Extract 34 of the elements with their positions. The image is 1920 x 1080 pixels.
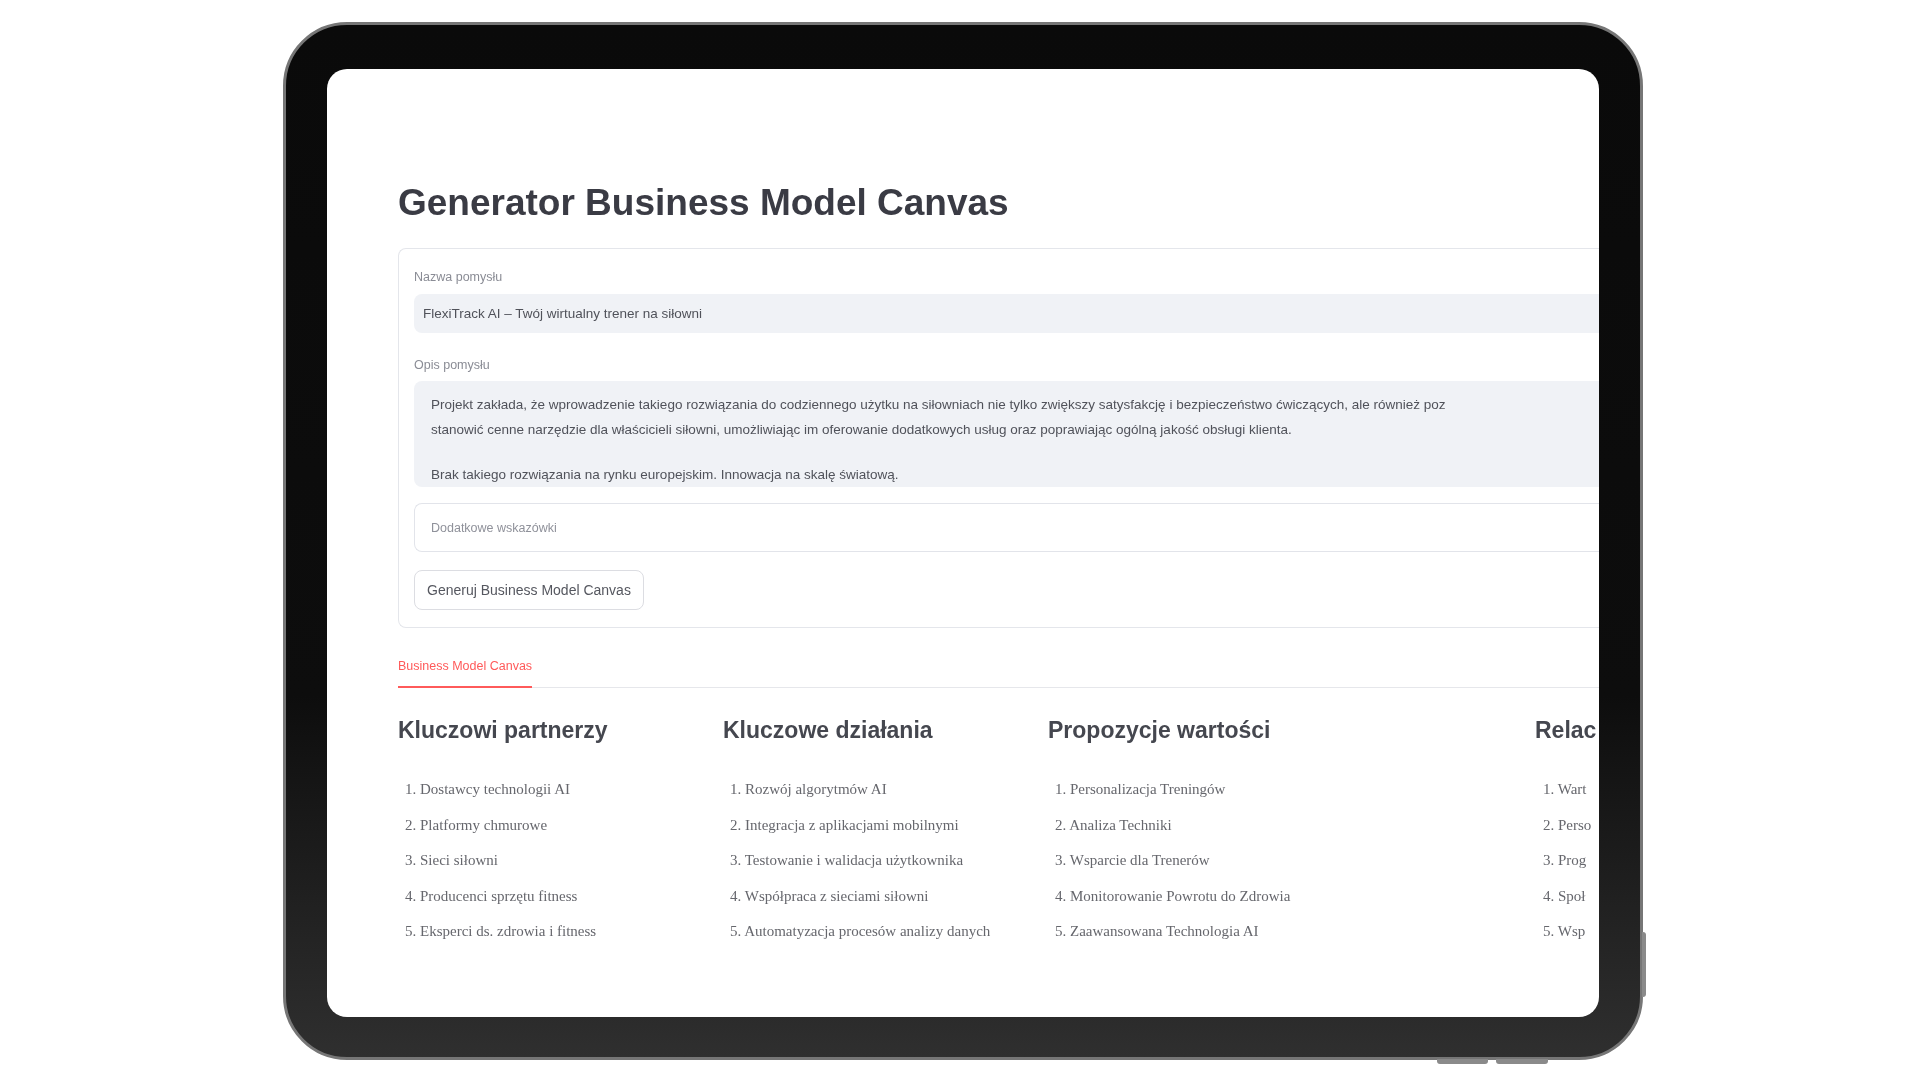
list-item: 3. Prog [1543,851,1588,870]
list-item: 3. Sieci siłowni [405,851,499,870]
generate-button[interactable]: Generuj Business Model Canvas [414,570,644,610]
list-item: 2. Integracja z aplikacjami mobilnymi [730,815,960,835]
list-item: 5. Zaawansowana Technologia AI [1055,922,1260,941]
section-heading: Relac [1535,716,1598,745]
list-item: 4. Producenci sprzętu fitness [405,886,579,906]
list-item: 1. Wart [1543,780,1588,799]
tablet-edge-ridge [1496,1059,1548,1064]
field-label: Nazwa pomysłu [414,269,503,285]
list-item: 5. Eksperci ds. zdrowia i fitness [405,922,598,941]
list-item: 2. Perso [1543,815,1593,835]
section-heading: Kluczowi partnerzy [398,716,609,745]
list-item: 4. Współpraca z sieciami siłowni [730,886,930,906]
field-label: Opis pomysłu [414,357,490,373]
page-title: Generator Business Model Canvas [398,181,1010,225]
list-item: 4. Monitorowanie Powrotu do Zdrowia [1055,886,1292,906]
list-item: 5. Automatyzacja procesów analizy danych [730,922,992,941]
name-input[interactable]: FlexiTrack AI – Twój wirtualny trener na siłowni [414,294,1599,333]
list-item: 2. Platformy chmurowe [405,815,549,835]
tablet-edge-ridge [1437,1059,1488,1064]
section-heading: Kluczowe działania [723,716,934,745]
list-item: 1. Dostawcy technologii AI [405,780,571,799]
hints-input[interactable]: Dodatkowe wskazówki [414,503,1599,552]
list-item: 1. Rozwój algorytmów AI [730,780,888,799]
section-heading: Propozycje wartości [1048,716,1272,745]
list-item: 4. Społ [1543,886,1587,906]
description-textarea[interactable]: Projekt zakłada, że wprowadzenie takiego rozwiązania do codziennego użytku na siłowniach nie tylko zwiększy satysfakcję i bezpieczeństwo ćwiczących, ale również poz stanowić cenne narzędzie dla właścicieli siłowni, umożliwiając im oferowanie dodatkowych usług oraz poprawiając ogólną jakość obsługi klienta. Brak takiego rozwiązania na rynku europejskim. Innowacja na skalę światową. [414,381,1599,487]
list-item: 3. Wsparcie dla Trenerów [1055,851,1211,870]
list-item: 5. Wsp [1543,922,1587,941]
list-item: 3. Testowanie i walidacja użytkownika [730,851,965,870]
list-item: 1. Personalizacja Treningów [1055,780,1227,799]
tablet-edge-ridge [1642,932,1646,997]
list-item: 2. Analiza Techniki [1055,815,1173,835]
